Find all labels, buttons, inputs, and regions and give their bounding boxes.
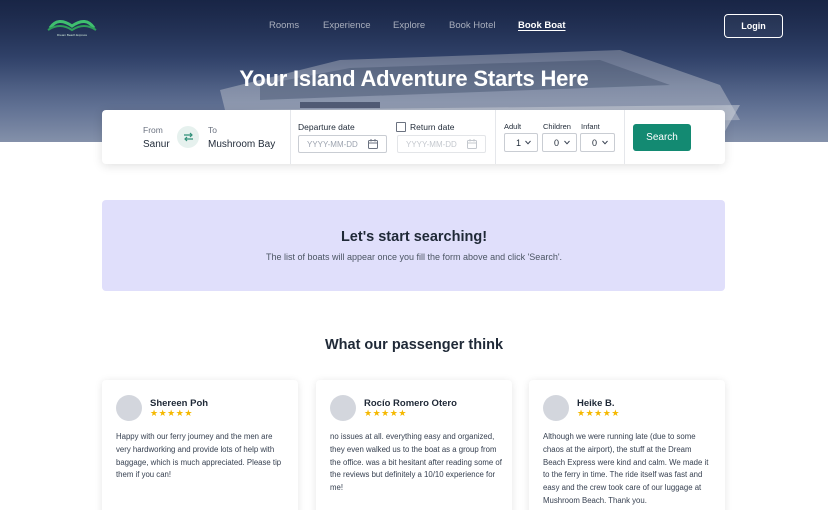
empty-state-title: Let's start searching! <box>340 229 488 245</box>
nav-item-rooms[interactable]: Rooms <box>269 20 299 31</box>
star-icon: ★ <box>398 408 407 418</box>
return-date-placeholder: YYYY-MM-DD <box>406 139 457 149</box>
swap-arrows-icon <box>183 132 193 142</box>
star-icon: ★ <box>372 408 381 418</box>
children-select-value: 0 <box>554 137 560 148</box>
departure-date-input[interactable]: YYYY-MM-DD <box>298 135 387 153</box>
avatar <box>330 395 356 421</box>
nav-item-book-hotel[interactable]: Book Hotel <box>449 20 495 31</box>
form-divider <box>290 110 291 164</box>
infant-select[interactable]: 0 <box>580 133 615 152</box>
star-icon: ★ <box>184 408 193 418</box>
departure-date-label: Departure date <box>298 122 355 132</box>
nav-item-experience[interactable]: Experience <box>323 20 371 31</box>
chevron-down-icon <box>525 140 531 145</box>
review-card: Shereen Poh ★ ★ ★ ★ ★ Happy with our ferry j… <box>102 380 298 510</box>
hero-title: Your Island Adventure Starts Here <box>239 66 589 91</box>
chevron-down-icon <box>602 140 608 145</box>
star-icon: ★ <box>602 408 611 418</box>
adult-select-value: 1 <box>516 137 522 148</box>
review-text: Although we were running late (due to so… <box>543 432 709 505</box>
star-icon: ★ <box>158 408 167 418</box>
calendar-icon <box>467 139 477 149</box>
to-label: To <box>208 125 217 135</box>
review-card: Heike B. ★ ★ ★ ★ ★ Although we were running … <box>529 380 725 510</box>
brand-logo-text: Dream Beach Express <box>56 33 87 37</box>
review-text: Happy with our ferry journey and the men… <box>116 432 282 480</box>
star-icon: ★ <box>150 408 159 418</box>
chevron-down-icon <box>564 140 570 145</box>
star-icon: ★ <box>175 408 184 418</box>
nav-item-explore[interactable]: Explore <box>393 20 425 31</box>
form-divider <box>495 110 496 164</box>
from-select[interactable]: Sanur <box>143 139 170 150</box>
adult-label: Adult <box>504 122 522 131</box>
form-divider <box>624 110 625 164</box>
infant-select-value: 0 <box>592 137 598 148</box>
star-icon: ★ <box>577 408 586 418</box>
star-icon: ★ <box>594 408 603 418</box>
login-button[interactable]: Login <box>724 14 783 38</box>
avatar <box>116 395 142 421</box>
star-icon: ★ <box>381 408 390 418</box>
calendar-icon <box>368 139 378 149</box>
star-icon: ★ <box>611 408 620 418</box>
return-date-checkbox[interactable] <box>396 122 406 132</box>
from-label: From <box>143 125 163 135</box>
infant-label: Infant <box>581 122 600 131</box>
star-icon: ★ <box>167 408 176 418</box>
children-select[interactable]: 0 <box>542 133 577 152</box>
empty-state-panel <box>102 200 725 291</box>
swap-route-button[interactable] <box>177 126 199 148</box>
star-rating: ★ ★ ★ ★ ★ <box>577 409 619 418</box>
review-text: no issues at all. everything easy and or… <box>330 432 502 493</box>
reviews-section-title: What our passenger think <box>324 337 504 353</box>
star-icon: ★ <box>389 408 398 418</box>
star-rating: ★ ★ ★ ★ ★ <box>364 409 406 418</box>
return-date-label: Return date <box>410 122 455 132</box>
nav-item-book-boat[interactable]: Book Boat <box>518 20 566 31</box>
star-icon: ★ <box>364 408 373 418</box>
departure-date-placeholder: YYYY-MM-DD <box>307 139 358 149</box>
return-date-input[interactable]: YYYY-MM-DD <box>397 135 486 153</box>
avatar <box>543 395 569 421</box>
empty-state-text: The list of boats will appear once you f… <box>265 252 563 262</box>
star-rating: ★ ★ ★ ★ ★ <box>150 409 192 418</box>
adult-select[interactable]: 1 <box>504 133 538 152</box>
children-label: Children <box>543 122 571 131</box>
review-card: Rocío Romero Otero ★ ★ ★ ★ ★ no issues at al… <box>316 380 512 510</box>
search-button[interactable]: Search <box>633 124 691 151</box>
to-select[interactable]: Mushroom Bay <box>208 139 275 150</box>
star-icon: ★ <box>585 408 594 418</box>
